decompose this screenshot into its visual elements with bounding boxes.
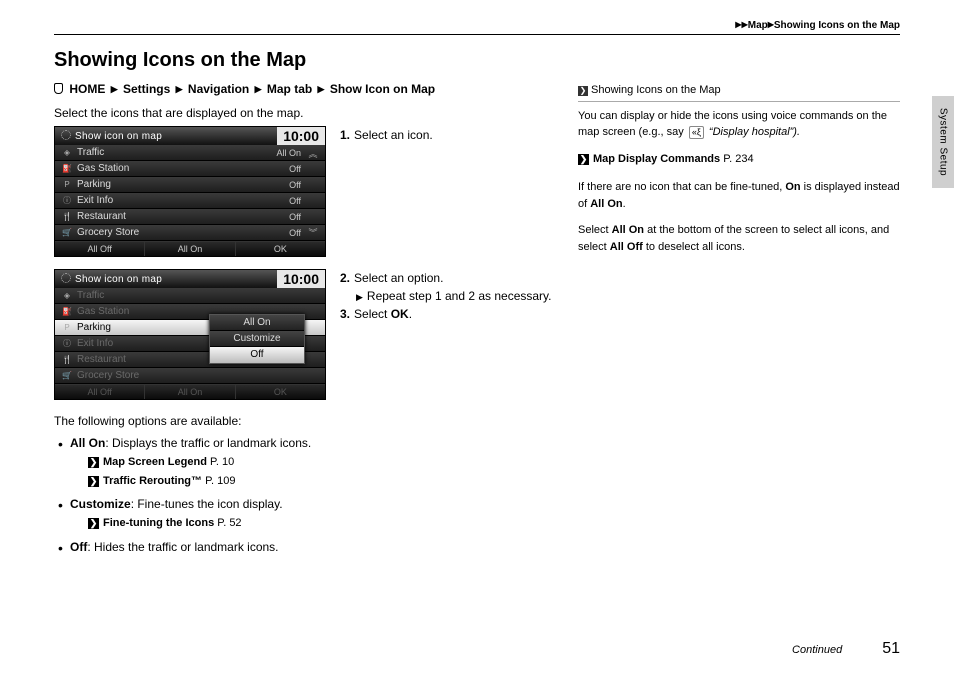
- breadcrumb: HOME ▶ Settings ▶ Navigation ▶ Map tab ▶…: [54, 82, 554, 96]
- xref-fine-tuning: ❯Fine-tuning the Icons P. 52: [88, 515, 554, 532]
- xref-map-screen-legend: ❯Map Screen Legend P. 10: [88, 454, 554, 471]
- gear-icon: [61, 130, 71, 140]
- xref-traffic-rerouting: ❯Traffic Rerouting™ P. 109: [88, 473, 554, 490]
- page-title: Showing Icons on the Map: [54, 49, 900, 72]
- options-section: The following options are available: All…: [54, 412, 554, 556]
- btn-all-on: All On: [145, 242, 235, 256]
- intro-text: Select the icons that are displayed on t…: [54, 106, 554, 120]
- btn-ok: OK: [236, 242, 325, 256]
- screenshot-2: Show icon on map 10:00 ◈Traffic ⛽Gas Sta…: [54, 269, 326, 400]
- steps-2-3: 2.Select an option. ▶Repeat step 1 and 2…: [340, 269, 554, 323]
- gear-icon: [61, 273, 71, 283]
- clock: 10:00: [277, 270, 325, 288]
- voice-button-icon: «ξ: [689, 126, 704, 139]
- step-1: 1.Select an icon.: [340, 126, 554, 144]
- clock: 10:00: [277, 127, 325, 145]
- side-tab: System Setup: [932, 96, 954, 188]
- option-popup: All On Customize Off: [209, 314, 305, 364]
- sidebar-notes: ❯Showing Icons on the Map You can displa…: [578, 82, 900, 562]
- header-rule: [54, 34, 900, 35]
- page-footer: Continued 51: [54, 640, 900, 658]
- btn-all-off: All Off: [55, 242, 145, 256]
- voice-icon: [54, 83, 63, 94]
- xref-map-display-commands: ❯Map Display Commands P. 234: [578, 151, 900, 168]
- running-header: ▶▶Map▶Showing Icons on the Map: [54, 20, 900, 31]
- screenshot-1: Show icon on map 10:00 ◈TrafficAll On ⛽G…: [54, 126, 326, 257]
- scroll-chevrons: ︽︾: [305, 147, 321, 239]
